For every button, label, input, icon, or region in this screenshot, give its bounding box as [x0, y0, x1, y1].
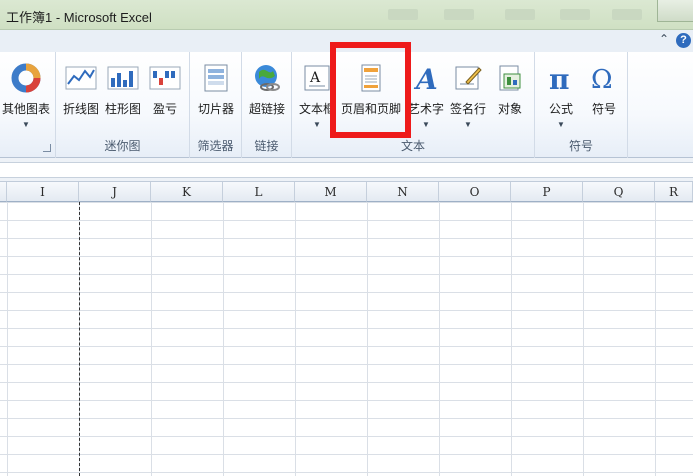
group-label-sparklines: 迷你图 [104, 139, 141, 153]
worksheet-grid[interactable]: IJKLMNOPQR [0, 182, 693, 476]
column-header-m[interactable]: M [295, 182, 367, 202]
slicer-button[interactable]: 切片器 [193, 58, 239, 138]
dropdown-arrow-icon: ▼ [464, 120, 472, 129]
group-label-symbols: 符号 [568, 139, 593, 153]
group-label-links: 链接 [254, 139, 279, 153]
page-break-line [79, 202, 80, 476]
omega-icon: Ω [591, 65, 613, 94]
column-header-n[interactable]: N [367, 182, 439, 202]
hyperlink-label: 超链接 [248, 102, 285, 116]
sparkline-column-label: 柱形图 [104, 102, 141, 116]
equation-button[interactable]: π 公式 ▼ [539, 58, 583, 138]
blurred-tab [560, 9, 590, 20]
dropdown-arrow-icon: ▼ [22, 120, 30, 129]
dropdown-arrow-icon: ▼ [422, 120, 430, 129]
minimize-ribbon-icon[interactable]: ⌃ [659, 32, 669, 46]
window-title: 工作簿1 - Microsoft Excel [6, 10, 152, 25]
column-header-q[interactable]: Q [583, 182, 655, 202]
sparkline-column-button[interactable]: 柱形图 [102, 58, 144, 138]
symbol-label: 符号 [591, 102, 616, 116]
formula-bar [0, 158, 693, 182]
signature-line-label: 签名行 [449, 102, 486, 116]
column-header-i[interactable]: I [7, 182, 79, 202]
group-charts: 其他图表 ▼ [0, 52, 56, 158]
group-sparklines: 折线图 柱形图 盈亏 迷你图 [56, 52, 190, 158]
column-header-j[interactable]: J [79, 182, 151, 202]
object-icon [499, 65, 521, 91]
blurred-tab [612, 9, 642, 20]
wordart-button[interactable]: A 艺术字 ▼ [406, 58, 446, 138]
blurred-tab [444, 9, 474, 20]
sparkline-winloss-button[interactable]: 盈亏 [144, 58, 186, 138]
svg-text:π: π [549, 63, 570, 94]
title-bar: 工作簿1 - Microsoft Excel [0, 0, 693, 30]
dialog-launcher-icon[interactable] [43, 144, 51, 152]
column-header-p[interactable]: P [511, 182, 583, 202]
textbox-icon: A [304, 65, 330, 91]
wordart-label: 艺术字 [407, 102, 444, 116]
signature-line-button[interactable]: 签名行 ▼ [446, 58, 490, 138]
svg-text:A: A [413, 63, 438, 94]
equation-label: 公式 [548, 102, 573, 116]
other-charts-button[interactable]: 其他图表 ▼ [0, 58, 52, 138]
slicer-icon [204, 64, 228, 92]
group-links: 超链接 链接 [242, 52, 292, 158]
doughnut-chart-icon [11, 63, 41, 93]
winloss-sparkline-icon [149, 66, 181, 90]
symbol-button[interactable]: Ω 符号 [583, 58, 625, 138]
line-sparkline-icon [65, 66, 97, 90]
column-header-o[interactable]: O [439, 182, 511, 202]
highlight-box [330, 42, 411, 138]
dropdown-arrow-icon: ▼ [313, 120, 321, 129]
group-symbols: π 公式 ▼ Ω 符号 符号 [535, 52, 628, 158]
pi-icon: π [549, 63, 570, 94]
dropdown-arrow-icon: ▼ [557, 120, 565, 129]
group-filter: 切片器 筛选器 [190, 52, 242, 158]
wordart-icon: A [413, 63, 438, 94]
blurred-tab [388, 9, 418, 20]
svg-text:A: A [309, 70, 321, 86]
column-header-l[interactable]: L [223, 182, 295, 202]
column-header-k[interactable]: K [151, 182, 223, 202]
other-charts-label: 其他图表 [1, 102, 50, 116]
hyperlink-button[interactable]: 超链接 [244, 58, 290, 138]
column-sparkline-icon [107, 66, 139, 90]
signature-pen-icon [455, 66, 482, 90]
slicer-label: 切片器 [197, 102, 234, 116]
object-button[interactable]: 对象 [490, 58, 530, 138]
help-icon[interactable]: ? [676, 33, 691, 48]
formula-input[interactable] [0, 162, 693, 178]
column-header-stub [0, 182, 7, 202]
blurred-tab [505, 9, 535, 20]
object-label: 对象 [497, 102, 522, 116]
window-control-button[interactable] [657, 0, 693, 22]
sparkline-winloss-label: 盈亏 [152, 102, 177, 116]
group-text: A 文本框 ▼ 页眉和页脚 A 艺术字 ▼ 签名行 ▼ 对象 文本 [292, 52, 535, 158]
group-label-text: 文本 [400, 139, 425, 153]
cell-area[interactable] [0, 202, 693, 476]
column-header-r[interactable]: R [655, 182, 693, 202]
svg-text:Ω: Ω [591, 65, 613, 94]
sparkline-line-label: 折线图 [62, 102, 99, 116]
group-label-filter: 筛选器 [197, 139, 234, 153]
sparkline-line-button[interactable]: 折线图 [60, 58, 102, 138]
globe-link-icon [255, 65, 280, 91]
